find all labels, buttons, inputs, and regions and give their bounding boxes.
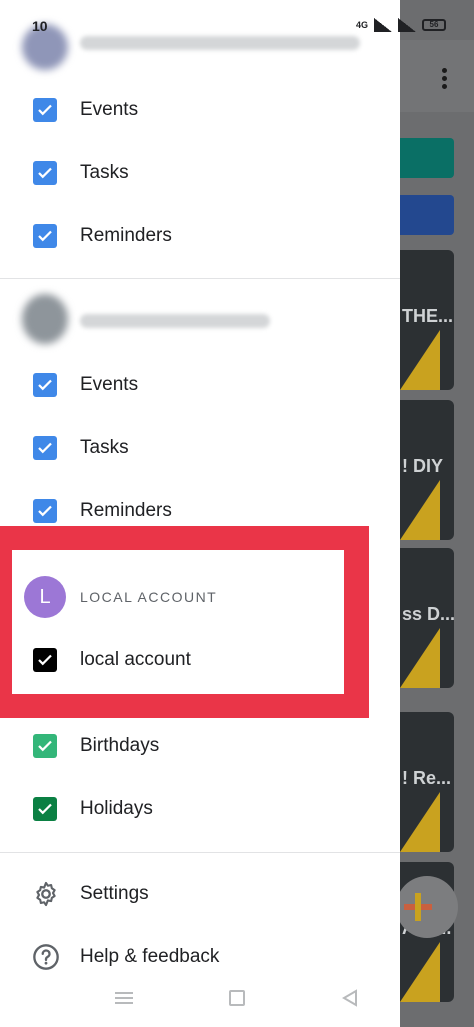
checkbox-checked-icon[interactable] [33,498,57,523]
calendar-item-tasks[interactable]: Tasks [0,416,400,479]
event-card[interactable]: THE... [400,250,454,390]
check-icon [38,104,52,115]
check-icon [38,654,52,665]
account-email [80,314,270,328]
event-card[interactable]: ! DIY [400,400,454,540]
check-icon [38,230,52,241]
network-type: 4G [355,20,368,30]
calendar-label: Tasks [80,436,129,458]
menu-label: Help & feedback [80,945,220,967]
check-icon [38,379,52,390]
signal-icon [398,18,416,32]
calendar-item-birthdays[interactable]: Birthdays [0,714,400,777]
calendar-label: Events [80,98,139,120]
system-nav-bar [0,980,474,1020]
checkbox-checked-icon[interactable] [33,223,57,248]
checkbox-checked-icon[interactable] [33,733,57,758]
status-bar: 10 4G 56 [0,0,474,40]
divider [0,278,400,279]
gear-icon [36,881,56,906]
local-account-title: LOCAL ACCOUNT [80,589,218,605]
status-time: 10 [32,18,48,34]
calendar-label: Reminders [80,499,172,521]
avatar[interactable] [22,294,68,344]
calendar-item-local-account[interactable]: local account [12,628,342,691]
checkbox-checked-icon[interactable] [33,372,57,397]
local-account-avatar: L [24,576,66,618]
checkbox-checked-icon[interactable] [33,160,57,185]
calendar-item-events[interactable]: Events [0,78,400,141]
calendar-item-holidays[interactable]: Holidays [0,777,400,840]
signal-icon [374,18,392,32]
check-icon [38,740,52,751]
menu-label: Settings [80,882,149,904]
calendar-item-events[interactable]: Events [0,353,400,416]
plus-icon [415,893,421,921]
calendar-label: Holidays [80,797,153,819]
home-nav-icon[interactable] [229,990,245,1006]
event-card[interactable]: ss D... [400,548,454,688]
calendar-label: Events [80,373,139,395]
calendar-label: Reminders [80,224,172,246]
check-icon [38,167,52,178]
calendar-label: Birthdays [80,734,160,756]
event-chip[interactable] [400,138,454,178]
calendar-label: local account [80,648,191,670]
event-card[interactable]: ! Re... [400,712,454,852]
menu-item-settings[interactable]: Settings [0,862,400,925]
check-icon [38,442,52,453]
event-chip[interactable] [400,195,454,235]
calendar-label: Tasks [80,161,129,183]
checkbox-checked-icon[interactable] [33,97,57,122]
navigation-drawer: Events Tasks Reminders Events Tasks Remi… [0,0,400,1027]
divider [0,852,400,853]
help-icon [33,943,59,970]
checkbox-checked-icon[interactable] [33,435,57,460]
back-nav-icon[interactable] [340,988,360,1008]
checkbox-checked-icon[interactable] [33,796,57,821]
check-icon [38,803,52,814]
battery-icon: 56 [422,19,446,31]
menu-nav-icon[interactable] [115,992,133,1004]
overflow-menu-icon[interactable] [436,68,452,92]
calendar-item-reminders[interactable]: Reminders [0,204,400,267]
calendar-item-tasks[interactable]: Tasks [0,141,400,204]
checkbox-checked-icon[interactable] [33,647,57,672]
check-icon [38,505,52,516]
status-icons: 4G 56 [356,18,446,32]
menu-item-help[interactable]: Help & feedback [0,925,400,988]
